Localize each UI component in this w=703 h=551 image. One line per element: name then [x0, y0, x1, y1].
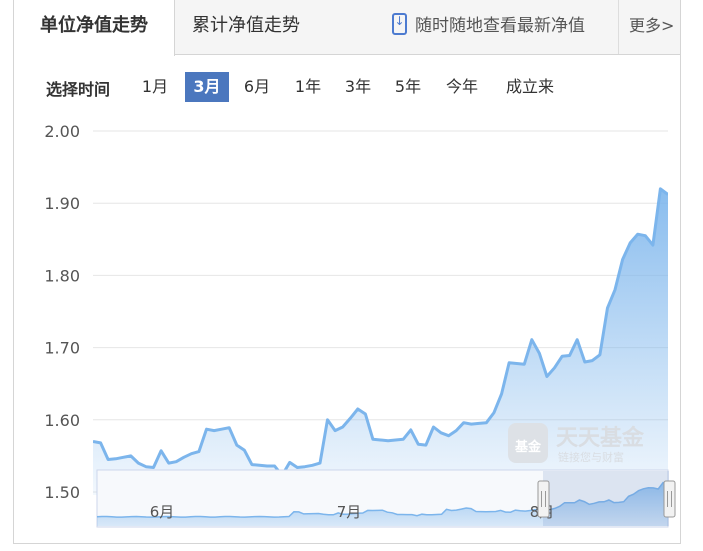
- y-tick-label: 1.50: [44, 483, 80, 502]
- navigator-left-handle[interactable]: [537, 480, 550, 518]
- y-tick-label: 2.00: [44, 122, 80, 141]
- y-tick-label: 1.70: [44, 339, 80, 358]
- watermark-slogan: 链接您与财富: [558, 450, 624, 464]
- y-axis: 2.00 1.90 1.80 1.70 1.60 1.50: [44, 122, 80, 502]
- y-tick-label: 1.80: [44, 266, 80, 285]
- nav-tick-jun: 6月: [150, 503, 175, 521]
- watermark-brand: 天天基金: [556, 425, 645, 451]
- nav-tick-jul: 7月: [337, 503, 362, 521]
- watermark-badge: 基金: [514, 439, 542, 455]
- navigator[interactable]: 6月 7月 8月: [96, 469, 676, 528]
- navigator-right-handle[interactable]: [663, 480, 676, 518]
- y-tick-label: 1.90: [44, 194, 80, 213]
- y-tick-label: 1.60: [44, 411, 80, 430]
- navigator-selection[interactable]: [543, 471, 669, 526]
- nav-chart: 2.001.901.801.701.601.50 基金 天天基金 链接您与财富 …: [44, 122, 676, 528]
